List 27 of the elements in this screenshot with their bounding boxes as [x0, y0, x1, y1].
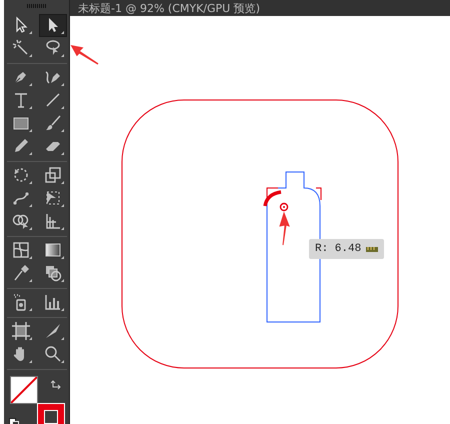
callout-arrow — [70, 44, 99, 65]
panel-grip-icon — [26, 4, 46, 8]
corner-widget-marks — [266, 188, 322, 200]
shape-builder-icon — [12, 212, 30, 230]
free-transform-icon — [44, 189, 62, 207]
bar-graph-icon — [44, 293, 62, 311]
radius-reading: R: 6.48 — [315, 243, 362, 255]
stroke-swatch[interactable] — [36, 402, 64, 424]
radius-arc — [263, 190, 282, 206]
ruler-icon — [366, 246, 378, 252]
magnifier-icon — [44, 345, 62, 363]
perspective-grid-icon — [44, 212, 62, 230]
wand-icon — [12, 39, 30, 57]
lasso-icon — [44, 39, 62, 57]
arrow-cursor-tool[interactable] — [38, 14, 66, 36]
eyedropper-icon — [12, 264, 30, 282]
fill-none-swatch[interactable] — [10, 376, 38, 404]
swap-arrows-icon[interactable] — [50, 380, 60, 390]
paintbrush-icon — [44, 114, 62, 132]
target-circle — [280, 202, 288, 212]
mesh-icon — [12, 241, 30, 259]
rotate-icon — [12, 166, 30, 184]
blend-shapes-icon — [44, 264, 62, 282]
scale-icon — [44, 166, 62, 184]
gradient-square-icon — [44, 241, 62, 259]
pointer-arrow — [279, 211, 290, 246]
artboard-icon — [12, 322, 30, 340]
